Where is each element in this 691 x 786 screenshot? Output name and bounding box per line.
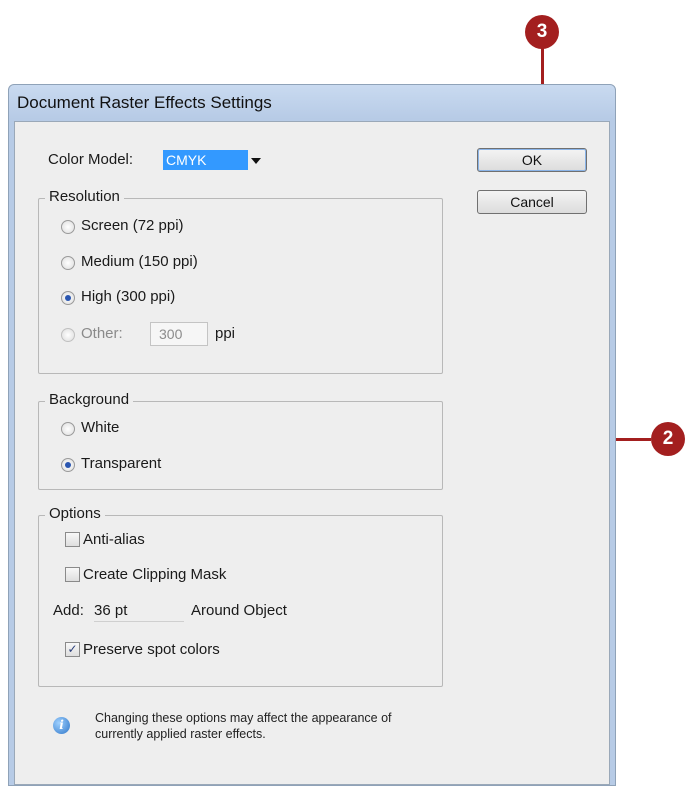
radio-medium-label[interactable]: Medium (150 ppi) xyxy=(81,253,198,270)
radio-transparent[interactable] xyxy=(61,458,75,472)
radio-medium[interactable] xyxy=(61,256,75,270)
dialog-content: Color Model: CMYK OK Cancel Resolution S… xyxy=(14,121,610,785)
dialog-title: Document Raster Effects Settings xyxy=(17,93,272,112)
clipping-mask-label[interactable]: Create Clipping Mask xyxy=(83,566,226,583)
cancel-button[interactable]: Cancel xyxy=(477,190,587,214)
radio-high-label[interactable]: High (300 ppi) xyxy=(81,288,175,305)
radio-high[interactable] xyxy=(61,291,75,305)
info-note-line-1: Changing these options may affect the ap… xyxy=(95,711,392,725)
other-ppi-input[interactable]: 300 xyxy=(150,322,208,346)
callout-2: 2 xyxy=(651,422,685,456)
preserve-spot-label[interactable]: Preserve spot colors xyxy=(83,641,220,658)
color-model-select[interactable]: CMYK xyxy=(163,150,248,170)
anti-alias-label[interactable]: Anti-alias xyxy=(83,531,145,548)
resolution-group: Resolution Screen (72 ppi) Medium (150 p… xyxy=(38,188,443,374)
clipping-mask-checkbox[interactable] xyxy=(65,567,80,582)
ppi-unit-label: ppi xyxy=(215,325,236,342)
radio-transparent-label[interactable]: Transparent xyxy=(81,455,161,472)
info-note: Changing these options may affect the ap… xyxy=(95,710,392,742)
anti-alias-checkbox[interactable] xyxy=(65,532,80,547)
color-model-label: Color Model: xyxy=(48,151,134,168)
chevron-down-icon[interactable] xyxy=(251,158,261,164)
radio-other[interactable] xyxy=(61,328,75,342)
resolution-legend: Resolution xyxy=(45,188,124,205)
background-group: Background White Transparent xyxy=(38,391,443,490)
info-note-line-2: currently applied raster effects. xyxy=(95,727,266,741)
radio-other-label[interactable]: Other: xyxy=(81,325,123,342)
callout-3: 3 xyxy=(525,15,559,49)
radio-white[interactable] xyxy=(61,422,75,436)
info-icon: i xyxy=(53,717,70,734)
add-label: Add: xyxy=(53,602,84,619)
preserve-spot-checkbox[interactable]: ✓ xyxy=(65,642,80,657)
radio-screen[interactable] xyxy=(61,220,75,234)
around-object-label: Around Object xyxy=(191,602,287,619)
radio-screen-label[interactable]: Screen (72 ppi) xyxy=(81,217,184,234)
raster-effects-dialog: Document Raster Effects Settings Color M… xyxy=(8,84,616,786)
options-legend: Options xyxy=(45,505,105,522)
ok-button[interactable]: OK xyxy=(477,148,587,172)
options-group: Options Anti-alias Create Clipping Mask … xyxy=(38,505,443,687)
add-offset-input[interactable]: 36 pt xyxy=(94,601,184,622)
background-legend: Background xyxy=(45,391,134,408)
radio-white-label[interactable]: White xyxy=(81,419,119,436)
